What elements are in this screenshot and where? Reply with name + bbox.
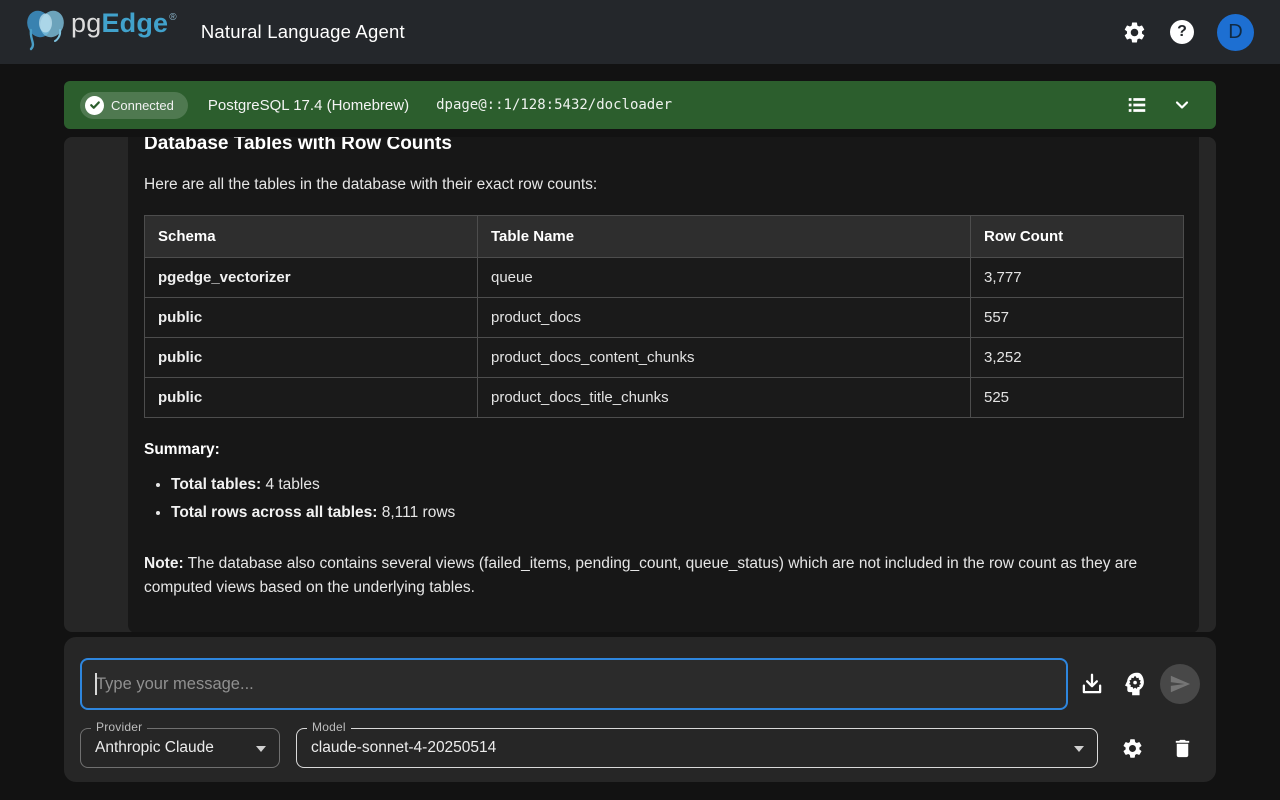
cell-row-count: 3,252 (971, 338, 1184, 378)
trash-icon[interactable] (1171, 737, 1194, 760)
message-input-wrap (80, 658, 1068, 710)
pgedge-logo-icon (22, 8, 70, 57)
psychology-icon[interactable] (1121, 670, 1148, 697)
cell-row-count: 557 (971, 298, 1184, 338)
server-version-label: PostgreSQL 17.4 (Homebrew) (208, 97, 409, 114)
message-heading: Database Tables with Row Counts (144, 137, 1183, 155)
app-header: pg Edge ® Natural Language Agent ? D (0, 0, 1280, 64)
table-row: public product_docs 557 (145, 298, 1184, 338)
table-row: public product_docs_content_chunks 3,252 (145, 338, 1184, 378)
tables-row-count-table: Schema Table Name Row Count pgedge_vecto… (144, 215, 1184, 418)
cell-table-name: product_docs (478, 298, 971, 338)
cell-table-name: product_docs_content_chunks (478, 338, 971, 378)
text-caret (95, 673, 97, 695)
caret-down-icon (256, 746, 266, 752)
avatar-letter: D (1217, 14, 1254, 51)
page-title: Natural Language Agent (201, 21, 405, 43)
note-paragraph: Note: The database also contains several… (144, 552, 1174, 599)
bullet-value: 4 tables (261, 476, 320, 493)
composer-panel: Provider Anthropic Claude Model claude-s… (64, 637, 1216, 782)
provider-select[interactable]: Provider Anthropic Claude (80, 728, 280, 768)
cell-schema: public (145, 378, 478, 418)
provider-select-label: Provider (91, 720, 147, 734)
message-intro: Here are all the tables in the database … (144, 176, 1183, 194)
avatar[interactable]: D (1217, 14, 1254, 51)
connection-string: dpage@::1/128:5432/docloader (436, 97, 672, 113)
wordmark-registered: ® (169, 12, 177, 23)
list-item: Total tables: 4 tables (171, 471, 1183, 499)
status-badge: Connected (80, 92, 188, 119)
status-badge-label: Connected (111, 98, 174, 113)
note-text: The database also contains several views… (144, 555, 1137, 596)
help-question-mark: ? (1170, 20, 1194, 44)
cell-table-name: queue (478, 258, 971, 298)
chat-history-panel[interactable]: Database Tables with Row Counts Here are… (64, 137, 1216, 632)
cell-schema: pgedge_vectorizer (145, 258, 478, 298)
caret-down-icon (1074, 746, 1084, 752)
header-actions: ? D (1122, 14, 1254, 51)
summary-heading: Summary: (144, 441, 1183, 459)
bullet-label: Total tables: (171, 476, 261, 493)
provider-select-value: Anthropic Claude (81, 729, 279, 767)
table-row: public product_docs_title_chunks 525 (145, 378, 1184, 418)
assistant-message-card: Database Tables with Row Counts Here are… (128, 137, 1199, 632)
cell-row-count: 525 (971, 378, 1184, 418)
column-header-table-name: Table Name (478, 216, 971, 258)
cell-schema: public (145, 298, 478, 338)
connection-bar: Connected PostgreSQL 17.4 (Homebrew) dpa… (64, 81, 1216, 129)
help-icon[interactable]: ? (1170, 20, 1194, 44)
connection-list-icon[interactable] (1126, 94, 1148, 116)
table-row: pgedge_vectorizer queue 3,777 (145, 258, 1184, 298)
column-header-schema: Schema (145, 216, 478, 258)
settings-gear-icon[interactable] (1122, 20, 1147, 45)
bullet-label: Total rows across all tables: (171, 504, 377, 521)
cell-schema: public (145, 338, 478, 378)
list-item: Total rows across all tables: 8,111 rows (171, 499, 1183, 527)
composer-settings-gear-icon[interactable] (1121, 737, 1144, 760)
wordmark-edge: Edge (101, 8, 168, 39)
check-circle-icon (85, 96, 104, 115)
message-input[interactable] (82, 660, 1066, 708)
pgedge-wordmark: pg Edge ® (71, 8, 177, 39)
cell-row-count: 3,777 (971, 258, 1184, 298)
cell-table-name: product_docs_title_chunks (478, 378, 971, 418)
model-select-value: claude-sonnet-4-20250514 (297, 729, 1097, 767)
table-header-row: Schema Table Name Row Count (145, 216, 1184, 258)
column-header-row-count: Row Count (971, 216, 1184, 258)
download-icon[interactable] (1079, 671, 1105, 697)
model-select-label: Model (307, 720, 351, 734)
connection-actions (1126, 94, 1192, 116)
bullet-value: 8,111 rows (377, 504, 455, 521)
summary-list: Total tables: 4 tables Total rows across… (144, 471, 1183, 527)
wordmark-pg: pg (71, 8, 101, 39)
chevron-down-icon[interactable] (1172, 95, 1192, 115)
note-label: Note: (144, 555, 184, 572)
model-select[interactable]: Model claude-sonnet-4-20250514 (296, 728, 1098, 768)
pgedge-logo: pg Edge ® (22, 8, 177, 57)
send-button[interactable] (1160, 664, 1200, 704)
